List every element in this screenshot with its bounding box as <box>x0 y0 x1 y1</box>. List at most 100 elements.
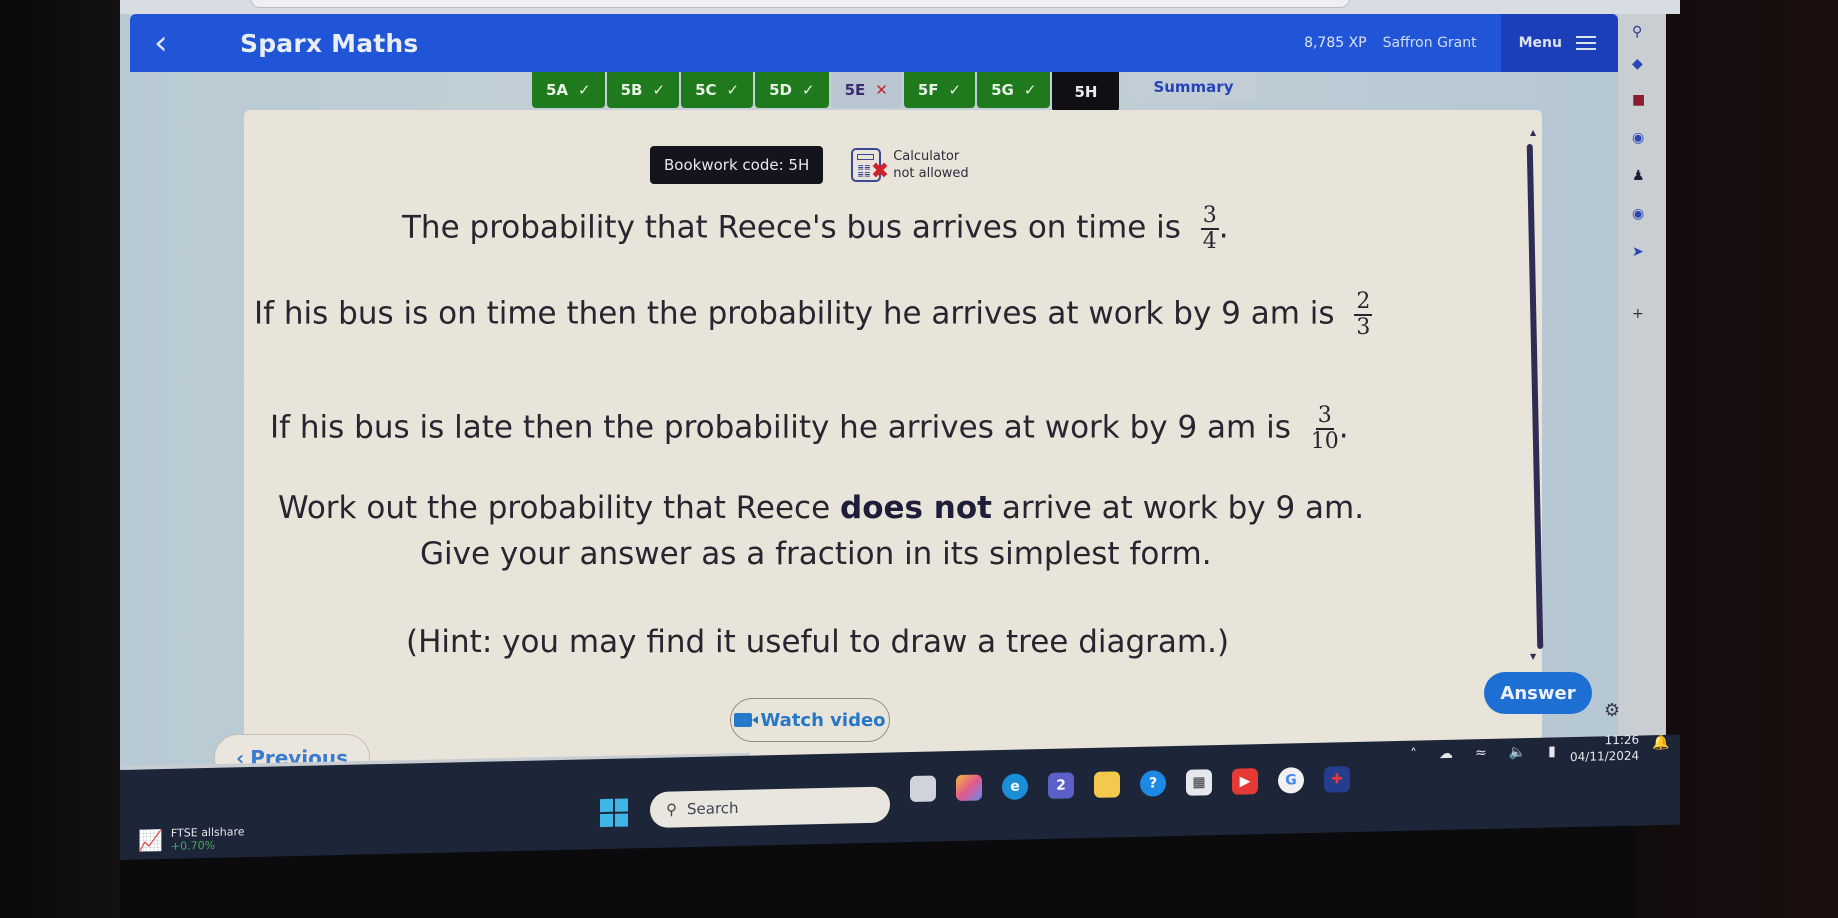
task-tabs: 5A ✓ 5B ✓ 5C ✓ 5D ✓ 5E ✕ 5F ✓ 5G ✓ 5H Summary <box>532 72 1258 112</box>
video-camera-icon <box>734 713 753 727</box>
clock-time: 11:26 <box>1604 732 1640 748</box>
check-icon: ✓ <box>1023 81 1037 99</box>
question-text: Work out the probability that Reece <box>278 490 831 526</box>
battery-icon[interactable]: ▮ <box>1548 743 1556 759</box>
copilot-icon[interactable] <box>956 774 982 802</box>
tab-5b[interactable]: 5B ✓ <box>606 72 680 108</box>
user-name[interactable]: Saffron Grant <box>1383 35 1477 51</box>
tab-label: 5H <box>1074 83 1098 101</box>
cloud-icon[interactable]: ☁ <box>1439 746 1453 762</box>
emphasis-text: does not <box>840 490 992 526</box>
tab-label: 5G <box>991 81 1014 99</box>
clock[interactable]: 11:26 04/11/2024 <box>1570 732 1639 766</box>
fraction-3-10: 3 10 <box>1310 403 1339 454</box>
volume-icon[interactable]: 🔈 <box>1509 744 1526 760</box>
add-icon[interactable]: + <box>1632 306 1644 322</box>
hamburger-icon <box>1576 36 1596 50</box>
youtube-icon[interactable]: ▶ <box>1232 768 1258 795</box>
question-line-4: Work out the probability that Reece does… <box>278 490 1364 526</box>
screen: ‹ Sparx Maths 8,785 XP Saffron Grant Men… <box>120 0 1680 918</box>
tab-label: 5F <box>917 81 939 99</box>
file-explorer-icon[interactable] <box>1094 771 1120 798</box>
tab-5a[interactable]: 5A ✓ <box>532 72 605 108</box>
question-line-2: If his bus is on time then the probabili… <box>254 289 1373 340</box>
browser-sidebar: ⚲ ◆ ■ ◉ ♟ ◉ ➤ + <box>1618 14 1666 784</box>
teams-icon[interactable]: 2 <box>1048 772 1074 799</box>
browser-chrome <box>120 0 1680 14</box>
question-text: If his bus is late then the probability … <box>270 409 1291 446</box>
menu-label: Menu <box>1518 35 1562 51</box>
notification-bell-icon[interactable]: 🔔 <box>1652 735 1669 751</box>
tab-label: 5C <box>695 81 717 99</box>
uk-flag-icon[interactable]: ✚ <box>1324 766 1350 793</box>
chevron-up-icon[interactable]: ˄ <box>1410 747 1417 763</box>
cross-icon: ✕ <box>875 81 888 99</box>
check-icon: ✓ <box>802 81 815 99</box>
search-icon: ⚲ <box>666 800 677 819</box>
send-icon[interactable]: ➤ <box>1632 244 1644 260</box>
outlook-icon[interactable]: ◉ <box>1632 130 1644 146</box>
edge-icon[interactable]: e <box>1002 773 1028 800</box>
check-icon: ✓ <box>948 81 962 99</box>
question-text: arrive at work by 9 am. <box>1001 490 1365 526</box>
tab-5f[interactable]: 5F ✓ <box>903 72 976 108</box>
check-icon: ✓ <box>578 81 591 99</box>
tab-label: 5E <box>844 81 866 99</box>
tab-5c[interactable]: 5C ✓ <box>681 72 754 108</box>
tab-5e[interactable]: 5E ✕ <box>830 72 902 108</box>
system-tray: ˄ ☁ ≈ 🔈 ▮ <box>1410 743 1556 762</box>
widget-change: +0.70% <box>170 838 216 853</box>
back-chevron-icon[interactable]: ‹ <box>154 23 204 63</box>
calculator-label: Calculator <box>893 149 960 164</box>
tab-summary[interactable]: Summary <box>1129 72 1258 102</box>
scroll-up-icon[interactable]: ▲ <box>1530 128 1536 137</box>
games-icon[interactable]: ♟ <box>1632 168 1645 184</box>
calculator-not-allowed-icon: ≡≡ ≡≡ ✖ <box>851 148 889 184</box>
question-scrollbar[interactable]: ▲ ▼ <box>1526 128 1544 662</box>
stock-widget[interactable]: 📈 FTSE allshare +0.70% <box>138 825 245 853</box>
fraction-2-3: 23 <box>1354 289 1373 340</box>
sparx-page: ‹ Sparx Maths 8,785 XP Saffron Grant Men… <box>120 14 1666 784</box>
calculator-status: ≡≡ ≡≡ ✖ Calculator not allowed <box>851 148 969 184</box>
tab-label: 5D <box>769 81 792 99</box>
taskbar-search[interactable]: ⚲ Search <box>650 786 890 828</box>
tab-label: 5A <box>546 81 569 99</box>
app-header: ‹ Sparx Maths 8,785 XP Saffron Grant Men… <box>130 14 1618 72</box>
menu-button[interactable]: Menu <box>1500 14 1618 72</box>
question-text: If his bus is on time then the probabili… <box>254 295 1335 332</box>
bookwork-code: Bookwork code: 5H <box>650 146 824 184</box>
chart-up-icon: 📈 <box>138 828 163 853</box>
question-line-3: If his bus is late then the probability … <box>270 403 1349 454</box>
task-view-icon[interactable] <box>910 775 936 803</box>
tag-icon[interactable]: ◆ <box>1632 56 1643 72</box>
google-icon[interactable]: G <box>1278 767 1304 794</box>
question-line-1: The probability that Reece's bus arrives… <box>402 203 1229 254</box>
tab-label: Summary <box>1153 78 1234 96</box>
widget-title: FTSE allshare <box>170 825 245 840</box>
monitor-bezel-left <box>0 0 120 918</box>
question-meta: Bookwork code: 5H ≡≡ ≡≡ ✖ Calculator not … <box>650 146 969 184</box>
search-placeholder: Search <box>687 798 739 819</box>
copilot-icon[interactable]: ◉ <box>1632 206 1644 222</box>
address-bar[interactable] <box>250 0 1350 8</box>
wifi-icon[interactable]: ≈ <box>1475 745 1487 761</box>
check-icon: ✓ <box>726 81 740 99</box>
tab-label: 5B <box>620 81 643 99</box>
tab-5h[interactable]: 5H <box>1052 72 1120 112</box>
xp-counter: 8,785 XP <box>1304 35 1367 51</box>
tab-5d[interactable]: 5D ✓ <box>755 72 829 108</box>
fraction-3-4: 34 <box>1200 203 1219 254</box>
watch-video-button[interactable]: Watch video <box>730 698 890 742</box>
settings-gear-icon[interactable]: ⚙ <box>1604 700 1620 721</box>
help-icon[interactable]: ? <box>1140 770 1166 797</box>
tab-5g[interactable]: 5G ✓ <box>977 72 1051 108</box>
store-icon[interactable]: ▦ <box>1186 769 1212 796</box>
check-icon: ✓ <box>652 81 666 99</box>
pinned-apps: e 2 ? ▦ ▶ G ✚ <box>910 766 1350 803</box>
windows-start-icon[interactable] <box>600 798 628 828</box>
answer-button[interactable]: Answer <box>1484 672 1592 714</box>
scroll-down-icon[interactable]: ▼ <box>1530 652 1536 661</box>
app-title: Sparx Maths <box>240 28 419 58</box>
briefcase-icon[interactable]: ■ <box>1632 92 1645 108</box>
search-icon[interactable]: ⚲ <box>1632 24 1642 40</box>
